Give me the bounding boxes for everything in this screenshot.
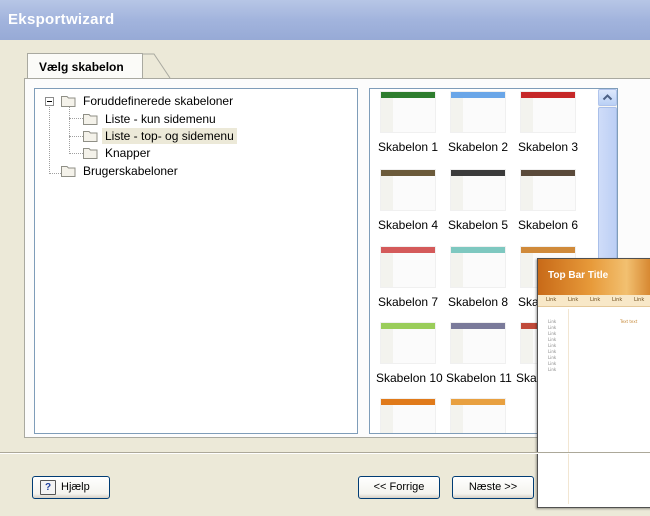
- thumbnail-sidebar: [381, 176, 393, 210]
- preview-content-text: Text text: [620, 319, 638, 324]
- preview-header: Top Bar Title: [538, 259, 650, 295]
- tree-item-list-top-side[interactable]: Liste - top- og sidemenu: [83, 128, 253, 144]
- preview-side-link: Link: [548, 349, 557, 354]
- tree-line: [69, 105, 70, 154]
- template-thumbnail-label: Skabelon 10: [376, 371, 443, 385]
- tree-line: [49, 107, 50, 174]
- thumbnail-sidebar: [381, 329, 393, 363]
- preview-side-link: Link: [548, 331, 557, 336]
- tree-item-buttons[interactable]: Knapper: [83, 145, 183, 161]
- preview-side-link: Link: [548, 319, 557, 324]
- template-thumbnail-label: Skabelon 5: [448, 218, 509, 232]
- folder-icon: [83, 131, 98, 142]
- preview-side-link: Link: [548, 343, 557, 348]
- tree-item-label: Brugerskabeloner: [83, 164, 178, 178]
- preview-side-link: Link: [548, 361, 557, 366]
- template-thumbnail[interactable]: [450, 91, 506, 133]
- template-thumbnail-label: Skabelon 2: [448, 140, 509, 154]
- tree-item-list-side[interactable]: Liste - kun sidemenu: [83, 111, 243, 127]
- thumbnail-sidebar: [451, 405, 463, 433]
- template-thumbnail[interactable]: [450, 398, 506, 433]
- help-button[interactable]: ? Hjælp: [32, 476, 110, 499]
- collapse-toggle-icon[interactable]: [45, 97, 54, 106]
- thumbnail-sidebar: [451, 253, 463, 287]
- thumbnail-sidebar: [451, 98, 463, 132]
- tree-item-user-templates[interactable]: Brugerskabeloner: [61, 163, 221, 179]
- bottom-separator: [0, 452, 650, 454]
- thumbnail-sidebar: [521, 176, 533, 210]
- preview-top-link: Link: [590, 297, 601, 303]
- folder-icon: [83, 114, 98, 125]
- preview-side-link: Link: [548, 325, 557, 330]
- template-thumbnail[interactable]: [450, 246, 506, 288]
- preview-side-link: Link: [548, 367, 557, 372]
- thumbnail-sidebar: [451, 329, 463, 363]
- preview-top-link: Link: [634, 297, 645, 303]
- title-bar: Eksportwizard: [0, 0, 650, 40]
- template-thumbnail-label: Ska: [518, 295, 539, 309]
- thumbnail-sidebar: [381, 405, 393, 433]
- folder-open-icon: [61, 96, 76, 107]
- tree-item-label: Foruddefinerede skabeloner: [83, 94, 234, 108]
- preview-top-link: Link: [612, 297, 623, 303]
- template-thumbnail[interactable]: [380, 398, 436, 433]
- template-thumbnail[interactable]: [520, 169, 576, 211]
- template-thumbnail-label: Skabelon 3: [518, 140, 579, 154]
- template-thumbnail[interactable]: [380, 169, 436, 211]
- preview-side-link: Link: [548, 355, 557, 360]
- tab-edge: [142, 53, 171, 79]
- tree-item-label: Liste - kun sidemenu: [105, 112, 216, 126]
- template-thumbnail[interactable]: [380, 322, 436, 364]
- scroll-up-button[interactable]: [598, 89, 617, 106]
- tab-label: Vælg skabelon: [39, 60, 124, 74]
- tree-item-predefined[interactable]: Foruddefinerede skabeloner: [61, 93, 281, 109]
- chevron-up-icon: [602, 94, 613, 101]
- template-thumbnail-label: Skabelon 1: [378, 140, 439, 154]
- tree-line: [69, 136, 83, 137]
- thumbnail-sidebar: [521, 98, 533, 132]
- preview-top-link: Link: [568, 297, 579, 303]
- tree-item-label: Knapper: [105, 146, 151, 160]
- preview-topbar: Link Link Link Link Link: [538, 295, 650, 307]
- thumbnail-sidebar: [381, 253, 393, 287]
- template-thumbnail-label: Skabelon 8: [448, 295, 509, 309]
- template-thumbnail[interactable]: [450, 169, 506, 211]
- back-button-label: << Forrige: [373, 481, 425, 493]
- tree-line: [69, 153, 83, 154]
- template-thumbnail[interactable]: [380, 91, 436, 133]
- template-thumbnail-label: Ska: [516, 371, 537, 385]
- tab-choose-template[interactable]: Vælg skabelon: [27, 53, 143, 78]
- tree-line: [69, 118, 83, 119]
- thumbnail-sidebar: [521, 329, 533, 363]
- folder-icon: [61, 166, 76, 177]
- template-thumbnail-label: Skabelon 4: [378, 218, 439, 232]
- template-thumbnail[interactable]: [450, 322, 506, 364]
- template-thumbnail-label: Skabelon 11: [446, 371, 512, 385]
- back-button[interactable]: << Forrige: [358, 476, 440, 499]
- thumbnail-sidebar: [381, 98, 393, 132]
- template-thumbnail-label: Skabelon 7: [378, 295, 439, 309]
- help-icon: ?: [40, 480, 56, 495]
- help-button-label: Hjælp: [61, 481, 90, 493]
- next-button[interactable]: Næste >>: [452, 476, 534, 499]
- preview-divider: [568, 309, 569, 504]
- template-preview-popup: Top Bar Title Link Link Link Link Link Link L…: [537, 258, 650, 508]
- next-button-label: Næste >>: [468, 481, 518, 493]
- thumbnail-sidebar: [521, 253, 533, 287]
- template-thumbnail-label: Skabelon 6: [518, 218, 579, 232]
- window-title: Eksportwizard: [8, 11, 115, 28]
- template-tree[interactable]: Foruddefinerede skabeloner Liste - kun s…: [34, 88, 358, 434]
- preview-side-link: Link: [548, 337, 557, 342]
- tree-line: [49, 173, 61, 174]
- preview-top-link: Link: [546, 297, 557, 303]
- template-thumbnail[interactable]: [520, 91, 576, 133]
- tree-item-label: Liste - top- og sidemenu: [102, 128, 237, 144]
- folder-icon: [83, 148, 98, 159]
- preview-title: Top Bar Title: [548, 270, 609, 281]
- thumbnail-sidebar: [451, 176, 463, 210]
- template-thumbnail[interactable]: [380, 246, 436, 288]
